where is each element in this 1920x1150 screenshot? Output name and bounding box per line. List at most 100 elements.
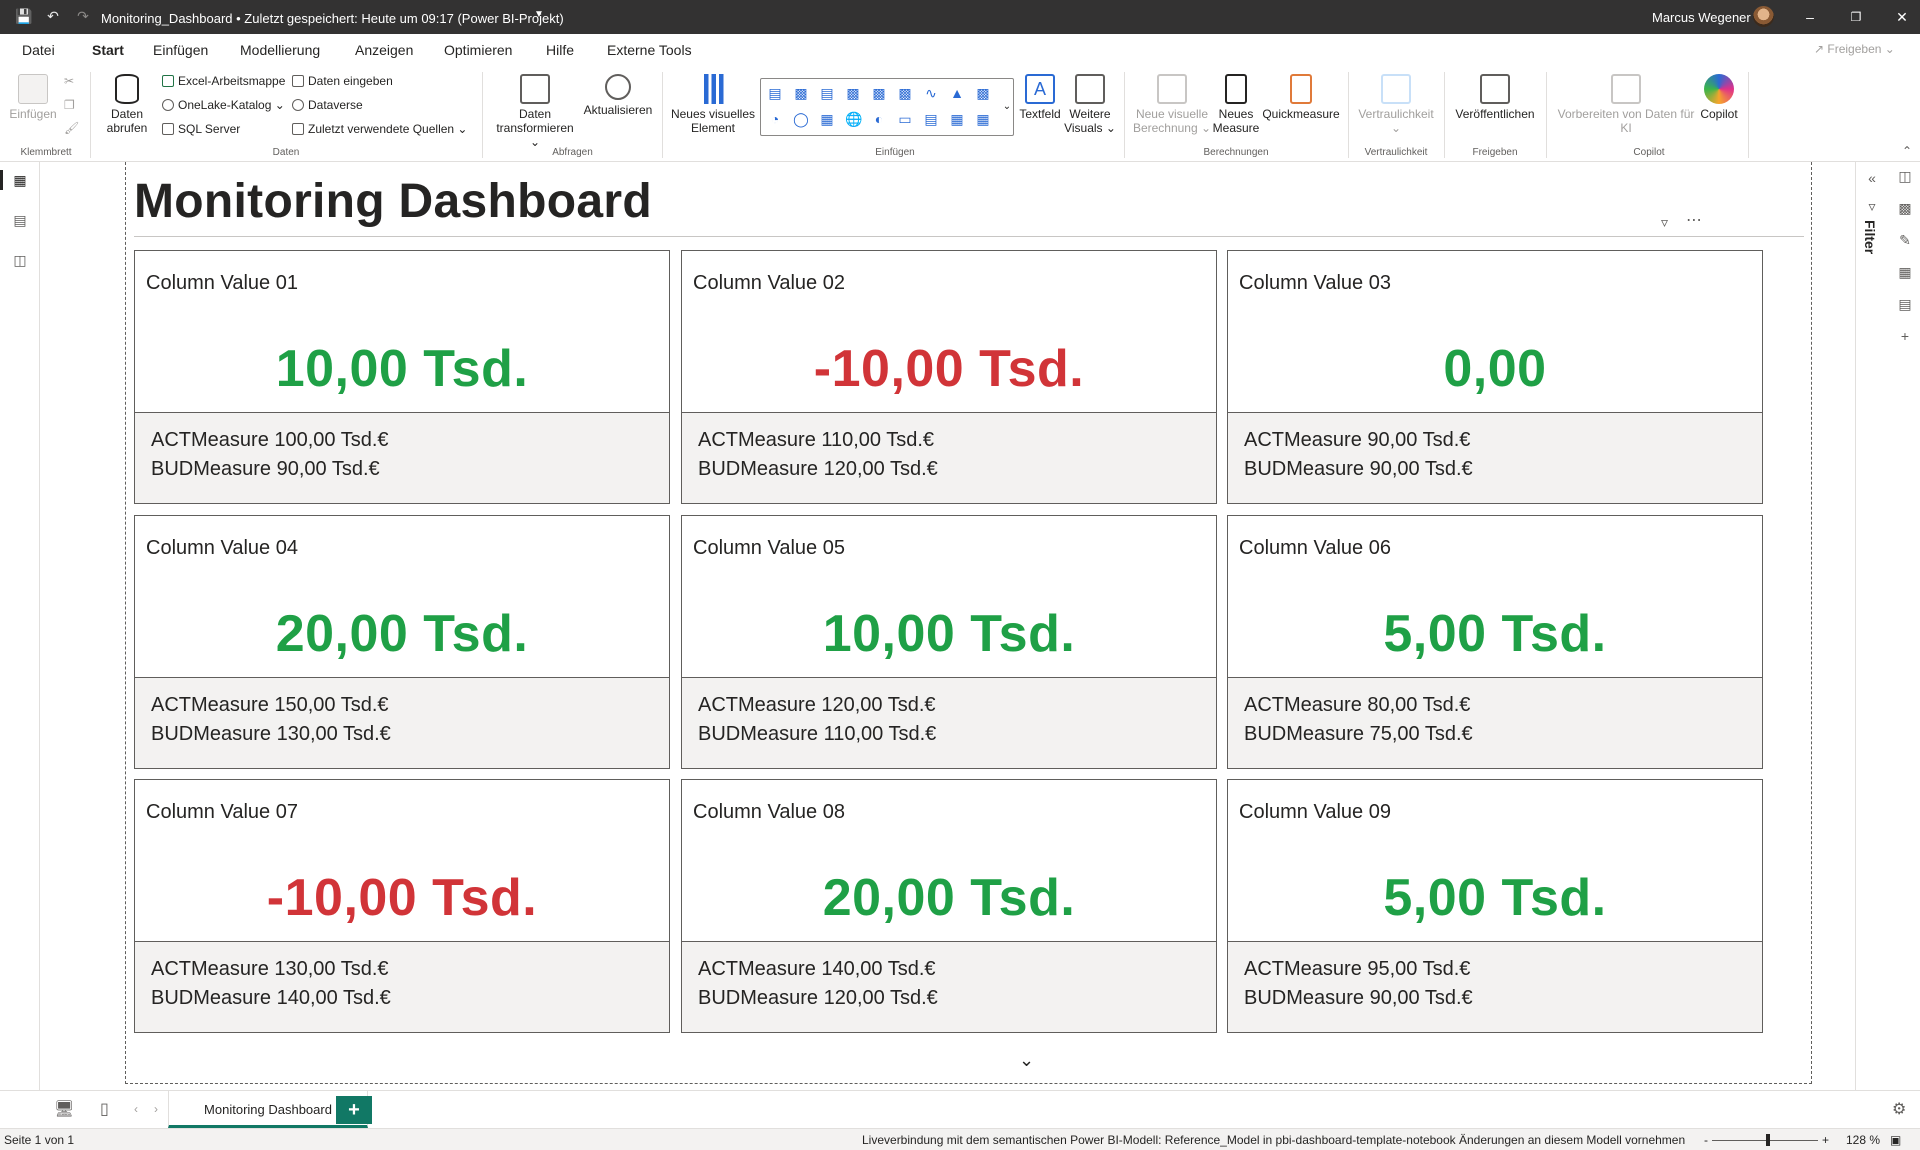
prepare-ai-button[interactable]: Vorbereiten von Daten für KI bbox=[1554, 74, 1698, 135]
kpi-icon[interactable]: ▤ bbox=[923, 111, 939, 127]
kpi-card[interactable]: Column Value 06 5,00 Tsd. ACTMeasure 80,00… bbox=[1227, 515, 1763, 769]
column-100-icon[interactable]: ▩ bbox=[871, 85, 887, 101]
line-chart-icon[interactable]: ∿ bbox=[923, 85, 939, 101]
card-icon[interactable]: ▭ bbox=[897, 111, 913, 127]
restore-icon[interactable]: ❐ bbox=[1841, 6, 1871, 28]
table-visual-icon[interactable]: ▦ bbox=[949, 111, 965, 127]
paste-button[interactable]: Einfügen bbox=[8, 74, 58, 121]
tab-datei[interactable]: Datei bbox=[22, 42, 55, 58]
sql-server-button[interactable]: SQL Server bbox=[162, 122, 240, 136]
line-column-icon[interactable]: ▩ bbox=[975, 85, 991, 101]
clustered-bar-icon[interactable]: ▤ bbox=[819, 85, 835, 101]
model-view-icon[interactable]: ◫ bbox=[10, 250, 30, 270]
kpi-card[interactable]: Column Value 01 10,00 Tsd. ACTMeasure 100,… bbox=[134, 250, 670, 504]
textbox-button[interactable]: A Textfeld bbox=[1016, 74, 1064, 121]
excel-button[interactable]: Excel-Arbeitsmappe bbox=[162, 74, 285, 88]
undo-icon[interactable]: ↶ bbox=[45, 8, 61, 24]
zoom-level[interactable]: 128 % bbox=[1846, 1133, 1880, 1147]
matrix-icon[interactable]: ▦ bbox=[975, 111, 991, 127]
filter-pane-collapsed[interactable]: « ▿ Filter bbox=[1855, 162, 1887, 1090]
new-visual-calc-button[interactable]: Neue visuelle Berechnung ⌄ bbox=[1132, 74, 1212, 135]
get-data-button[interactable]: Daten abrufen bbox=[97, 74, 157, 135]
refresh-icon bbox=[605, 74, 631, 100]
cut-icon[interactable]: ✂ bbox=[64, 74, 74, 88]
zoom-slider[interactable] bbox=[1712, 1140, 1818, 1141]
mobile-layout-icon[interactable]: ▯ bbox=[100, 1099, 109, 1119]
avatar[interactable] bbox=[1753, 6, 1774, 27]
treemap-icon[interactable]: ▦ bbox=[819, 111, 835, 127]
kpi-card[interactable]: Column Value 05 10,00 Tsd. ACTMeasure 120,… bbox=[681, 515, 1217, 769]
area-chart-icon[interactable]: ▲ bbox=[949, 85, 965, 101]
enter-data-button[interactable]: Daten eingeben bbox=[292, 74, 393, 88]
table-view-icon[interactable]: ▤ bbox=[10, 210, 30, 230]
stacked-column-icon[interactable]: ▩ bbox=[793, 85, 809, 101]
gauge-icon[interactable]: ◐ bbox=[871, 111, 887, 127]
quick-measure-button[interactable]: Quickmeasure bbox=[1262, 74, 1340, 121]
add-page-button[interactable]: + bbox=[336, 1096, 372, 1124]
tab-modellierung[interactable]: Modellierung bbox=[240, 42, 320, 58]
kpi-card[interactable]: Column Value 07 -10,00 Tsd. ACTMeasure 130… bbox=[134, 779, 670, 1033]
donut-chart-icon[interactable]: ◯ bbox=[793, 111, 809, 127]
chevron-down-icon[interactable]: ▼ bbox=[534, 9, 544, 20]
page-title[interactable]: Monitoring Dashboard bbox=[134, 174, 652, 229]
selection-pane-icon[interactable]: ▤ bbox=[1895, 294, 1915, 314]
clustered-column-icon[interactable]: ▩ bbox=[845, 85, 861, 101]
collapse-ribbon-icon[interactable]: ⌃ bbox=[1902, 144, 1912, 158]
close-icon[interactable]: ✕ bbox=[1887, 6, 1917, 28]
bookmarks-pane-icon[interactable]: ▦ bbox=[1895, 262, 1915, 282]
user-name[interactable]: Marcus Wegener bbox=[1652, 10, 1751, 25]
filter-pane-label[interactable]: Filter bbox=[1862, 220, 1878, 254]
kpi-card[interactable]: Column Value 03 0,00 ACTMeasure 90,00 Tsd.… bbox=[1227, 250, 1763, 504]
copilot-button[interactable]: Copilot bbox=[1694, 74, 1744, 121]
new-visual-button[interactable]: Neues visuelles Element bbox=[670, 74, 756, 135]
format-pane-icon[interactable]: ✎ bbox=[1895, 230, 1915, 250]
kpi-card[interactable]: Column Value 09 5,00 Tsd. ACTMeasure 95,00… bbox=[1227, 779, 1763, 1033]
tab-externe-tools[interactable]: Externe Tools bbox=[607, 42, 692, 58]
transform-data-button[interactable]: Daten transformieren ⌄ bbox=[490, 74, 580, 149]
add-pane-icon[interactable]: + bbox=[1895, 326, 1915, 346]
tab-einfuegen[interactable]: Einfügen bbox=[153, 42, 208, 58]
connection-status[interactable]: Liveverbindung mit dem semantischen Powe… bbox=[862, 1133, 1685, 1147]
stacked-bar-icon[interactable]: ▤ bbox=[767, 85, 783, 101]
visualizations-pane-icon[interactable]: ▩ bbox=[1895, 198, 1915, 218]
more-options-icon[interactable]: ⋯ bbox=[1686, 210, 1703, 230]
scroll-down-chevron-icon[interactable]: ⌄ bbox=[1019, 1050, 1034, 1071]
settings-gear-icon[interactable]: ⚙ bbox=[1892, 1099, 1906, 1119]
recent-sources-button[interactable]: Zuletzt verwendete Quellen ⌄ bbox=[292, 122, 467, 136]
zoom-out-button[interactable]: - bbox=[1704, 1133, 1708, 1147]
tab-anzeigen[interactable]: Anzeigen bbox=[355, 42, 413, 58]
kpi-card[interactable]: Column Value 02 -10,00 Tsd. ACTMeasure 110… bbox=[681, 250, 1217, 504]
fit-to-page-icon[interactable]: ▣ bbox=[1890, 1133, 1901, 1147]
tab-hilfe[interactable]: Hilfe bbox=[546, 42, 574, 58]
format-painter-icon[interactable]: 🖌 bbox=[64, 121, 79, 135]
desktop-layout-icon[interactable]: 🖥 bbox=[54, 1099, 74, 1119]
share-button[interactable]: ↗ Freigeben ⌄ bbox=[1814, 42, 1895, 56]
tab-start[interactable]: Start bbox=[92, 42, 124, 69]
map-icon[interactable]: 🌐 bbox=[845, 111, 862, 127]
onelake-button[interactable]: OneLake-Katalog ⌄ bbox=[162, 98, 285, 112]
publish-button[interactable]: Veröffentlichen bbox=[1452, 74, 1538, 121]
dataverse-button[interactable]: Dataverse bbox=[292, 98, 363, 112]
tab-optimieren[interactable]: Optimieren bbox=[444, 42, 512, 58]
visual-filter-icon[interactable]: ▿ bbox=[1661, 214, 1668, 231]
kpi-card[interactable]: Column Value 04 20,00 Tsd. ACTMeasure 150,… bbox=[134, 515, 670, 769]
pie-chart-icon[interactable]: ◔ bbox=[767, 111, 783, 127]
kpi-card[interactable]: Column Value 08 20,00 Tsd. ACTMeasure 140,… bbox=[681, 779, 1217, 1033]
refresh-button[interactable]: Aktualisieren bbox=[583, 74, 653, 117]
zoom-in-button[interactable]: + bbox=[1822, 1133, 1829, 1147]
ribbon-chart-icon[interactable]: ▩ bbox=[897, 85, 913, 101]
save-icon[interactable]: 💾 bbox=[15, 8, 32, 24]
expand-pane-icon[interactable]: « bbox=[1862, 168, 1882, 188]
new-measure-button[interactable]: Neues Measure bbox=[1212, 74, 1260, 135]
sensitivity-button[interactable]: Vertraulichkeit ⌄ bbox=[1356, 74, 1436, 135]
tab-next-icon[interactable]: › bbox=[154, 1102, 158, 1116]
tab-prev-icon[interactable]: ‹ bbox=[134, 1102, 138, 1116]
more-visuals-button[interactable]: Weitere Visuals ⌄ bbox=[1064, 74, 1116, 135]
gallery-expand-icon[interactable]: ⌄ bbox=[999, 99, 1015, 115]
data-pane-icon[interactable]: ◫ bbox=[1895, 166, 1915, 186]
copy-icon[interactable]: ❐ bbox=[64, 98, 75, 112]
zoom-slider-thumb[interactable] bbox=[1766, 1134, 1770, 1146]
report-view-icon[interactable]: ▦ bbox=[0, 170, 30, 190]
minimize-icon[interactable]: – bbox=[1795, 6, 1825, 28]
redo-icon[interactable]: ↷ bbox=[75, 8, 91, 24]
